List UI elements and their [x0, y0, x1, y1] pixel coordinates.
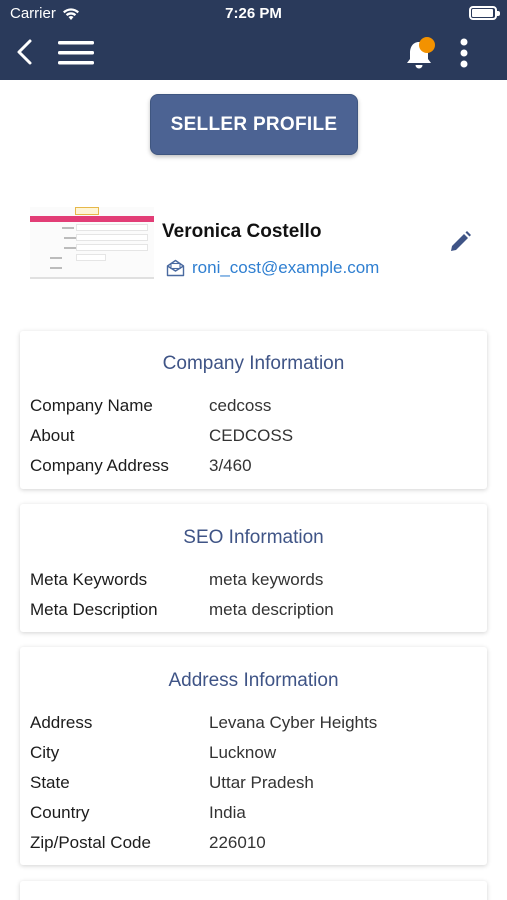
- bell-icon[interactable]: [405, 36, 437, 70]
- row-value: 226010: [209, 833, 266, 852]
- seller-name: Veronica Costello: [162, 221, 322, 242]
- row-value: meta keywords: [209, 570, 324, 589]
- info-row: Company Address 3/460: [30, 451, 480, 481]
- row-value: India: [209, 803, 246, 822]
- info-row: About CEDCOSS: [30, 421, 480, 451]
- row-label: City: [30, 743, 60, 762]
- profile-thumbnail: [30, 207, 154, 279]
- row-value: meta description: [209, 600, 334, 619]
- mail-icon: [166, 259, 185, 277]
- top-bar: Carrier 7:26 PM: [0, 0, 507, 80]
- row-value: Levana Cyber Heights: [209, 713, 378, 732]
- navigation-bar: [0, 28, 507, 80]
- row-value: Lucknow: [209, 743, 277, 762]
- hamburger-menu-icon[interactable]: [58, 40, 94, 66]
- info-row: State Uttar Pradesh: [30, 768, 480, 798]
- address-information-title: Address Information: [168, 670, 339, 691]
- back-arrow-icon[interactable]: [12, 38, 40, 66]
- seo-information-card: SEO Information Meta Keywords meta keywo…: [20, 504, 487, 632]
- row-label: Meta Description: [30, 600, 158, 619]
- info-row: Address Levana Cyber Heights: [30, 708, 480, 738]
- row-value: 3/460: [209, 456, 252, 475]
- row-label: Meta Keywords: [30, 570, 148, 589]
- status-bar: Carrier 7:26 PM: [0, 0, 507, 28]
- row-label: Company Address: [30, 456, 169, 475]
- row-value: CEDCOSS: [209, 426, 294, 445]
- seo-information-title: SEO Information: [183, 527, 324, 548]
- row-label: Address: [30, 713, 93, 732]
- row-label: Country: [30, 803, 90, 822]
- edit-pencil-icon[interactable]: [447, 229, 473, 255]
- info-row: Meta Description meta description: [30, 595, 480, 625]
- company-information-card: Company Information Company Name cedcoss…: [20, 331, 487, 489]
- row-value: Uttar Pradesh: [209, 773, 314, 792]
- info-row: City Lucknow: [30, 738, 480, 768]
- clock: 7:26 PM: [225, 5, 282, 22]
- company-information-title: Company Information: [162, 353, 345, 374]
- seller-profile-button[interactable]: SELLER PROFILE: [150, 94, 358, 155]
- battery-icon: [469, 6, 500, 20]
- row-label: Company Name: [30, 396, 153, 415]
- info-row: Country India: [30, 798, 480, 828]
- address-information-card: Address Information Address Levana Cyber…: [20, 647, 487, 865]
- info-row: Zip/Postal Code 226010: [30, 828, 480, 858]
- more-vertical-icon[interactable]: [454, 38, 474, 68]
- seller-email[interactable]: roni_cost@example.com: [166, 258, 379, 278]
- next-information-card: [20, 881, 487, 900]
- row-label: About: [30, 426, 75, 445]
- seller-email-text: roni_cost@example.com: [192, 258, 380, 277]
- info-row: Meta Keywords meta keywords: [30, 565, 480, 595]
- info-row: Company Name cedcoss: [30, 391, 480, 421]
- notification-badge: [419, 37, 435, 53]
- row-value: cedcoss: [209, 396, 272, 415]
- row-label: Zip/Postal Code: [30, 833, 151, 852]
- row-label: State: [30, 773, 70, 792]
